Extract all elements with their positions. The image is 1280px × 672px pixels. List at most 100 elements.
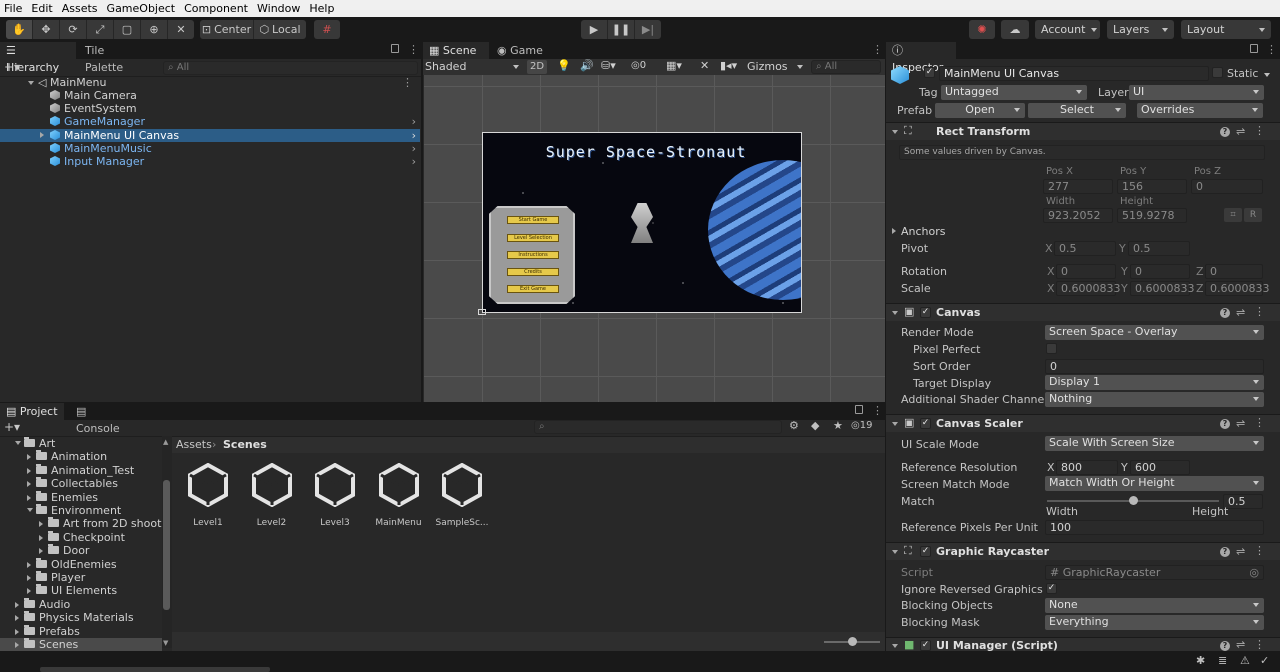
breadcrumb-scenes[interactable]: Scenes [223,438,267,451]
scene-viewport[interactable]: Super Space-Stronaut Start Game Level Se… [424,75,885,402]
ref-y-field[interactable]: 600 [1130,460,1190,475]
kebab-menu-icon[interactable]: ⋮ [408,44,419,55]
step-icon[interactable]: ▶| [635,20,661,39]
expand-arrow-icon[interactable] [892,130,898,134]
active-checkbox[interactable]: ✓ [924,67,935,78]
prefab-select-button[interactable]: Select [1028,103,1126,118]
scene-kebab-icon[interactable]: ⋮ [402,76,413,89]
scale-x-field[interactable]: 0.6000833 [1056,281,1121,296]
scene-asset[interactable]: Level1 [176,462,240,528]
raw-edit-button[interactable]: R [1244,208,1262,222]
tree-folder-collectables[interactable]: Collectables [0,477,162,490]
hidden-packages-toggle[interactable]: ◎19 [851,420,872,431]
icon-size-slider-track[interactable] [824,637,880,646]
expand-arrow-icon[interactable] [15,642,19,648]
shading-dropdown[interactable]: Shaded [425,60,521,74]
tree-folder-player[interactable]: Player [0,571,162,584]
sort-order-field[interactable]: 0 [1045,359,1264,374]
tree-scrollbar[interactable]: ▲ ▼ [162,436,172,648]
kebab-menu-icon[interactable]: ⋮ [1254,124,1265,137]
help-icon[interactable]: ? [1220,419,1230,429]
tree-folder-environment[interactable]: Environment [0,504,162,517]
hand-tool-icon[interactable]: ✋ [6,20,33,39]
scale-z-field[interactable]: 0.6000833 [1205,281,1270,296]
match-slider-track[interactable] [1047,496,1219,505]
expand-arrow-icon[interactable] [27,467,31,474]
lighting-icon[interactable]: 💡 [557,59,571,72]
lock-icon[interactable] [855,405,863,414]
filter-type-icon[interactable]: ⚙ [789,419,799,432]
ui-manager-enabled-checkbox[interactable]: ✓ [920,640,931,651]
expand-arrow-icon[interactable] [39,534,43,541]
expand-arrow-icon[interactable] [892,644,898,648]
scene-asset[interactable]: Level3 [303,462,367,528]
tree-folder-art-from-2d-shooter[interactable]: Art from 2D shooter [0,517,172,530]
expand-arrow-icon[interactable] [27,561,31,568]
tab-scene[interactable]: ▦ Scene [423,42,489,59]
expand-arrow-icon[interactable] [15,615,19,622]
pivot-x-field[interactable]: 0.5 [1054,241,1116,256]
ui-manager-header[interactable]: ■ ✓ UI Manager (Script) ? ⇌ ⋮ [886,637,1280,651]
expand-arrow-icon[interactable] [40,132,44,138]
rotate-tool-icon[interactable]: ⟳ [60,20,87,39]
scale-y-field[interactable]: 0.6000833 [1130,281,1195,296]
gizmos-dropdown[interactable]: Gizmos [747,60,805,74]
tag-dropdown[interactable]: Untagged [941,85,1087,100]
custom-tool-icon[interactable]: ✕ [168,20,194,39]
auto-generate-icon[interactable]: ✓ [1260,654,1269,667]
help-icon[interactable]: ? [1220,641,1230,651]
scroll-up-icon[interactable]: ▲ [163,438,168,446]
expand-arrow-icon[interactable] [27,481,31,488]
expand-arrow-icon[interactable] [892,228,896,234]
scale-tool-icon[interactable]: ⤢ [87,20,114,39]
camera-icon[interactable]: ▮◂▾ [720,59,737,72]
pos-z-field[interactable]: 0 [1191,179,1263,194]
chevron-right-icon[interactable]: › [412,129,416,142]
tree-folder-enemies[interactable]: Enemies [0,490,162,504]
horizontal-scrollbar[interactable] [40,667,270,672]
expand-arrow-icon[interactable] [892,422,898,426]
tree-folder-ui-elements[interactable]: UI Elements [0,584,162,597]
audio-icon[interactable]: 🔊 [580,59,594,72]
pixels-per-unit-field[interactable]: 100 [1045,520,1264,535]
tree-scrollbar-thumb[interactable] [163,480,170,610]
tools-icon[interactable]: ✕ [700,59,709,72]
help-icon[interactable]: ? [1220,127,1230,137]
preset-icon[interactable]: ⇌ [1236,545,1245,558]
tree-folder-art[interactable]: Art [0,437,162,450]
object-name-field[interactable]: MainMenu UI Canvas [939,66,1209,81]
collab-icon[interactable]: ✺ [969,20,995,39]
scene-asset[interactable]: MainMenu [367,462,431,528]
preset-icon[interactable]: ⇌ [1236,125,1245,138]
add-object-button[interactable]: +▾ [4,60,20,74]
ignore-reversed-checkbox[interactable]: ✓ [1046,583,1057,594]
render-mode-dropdown[interactable]: Screen Space - Overlay [1045,325,1264,340]
canvas-enabled-checkbox[interactable]: ✓ [920,307,931,318]
tree-folder-physics-materials[interactable]: Physics Materials [0,611,162,624]
graphic-raycaster-header[interactable]: ⛶ ✓ Graphic Raycaster ? ⇌ ⋮ [886,542,1280,560]
rot-y-field[interactable]: 0 [1130,264,1190,279]
diagnostics-icon[interactable]: ⚠ [1240,654,1250,667]
hierarchy-item-eventsystem[interactable]: EventSystem [0,102,420,115]
prefab-overrides-dropdown[interactable]: Overrides [1137,103,1263,118]
hierarchy-search-input[interactable]: ⌕ All [163,61,418,75]
exit-game-button[interactable]: Exit Game [507,285,559,293]
menu-file[interactable]: File [0,2,27,15]
expand-arrow-icon[interactable] [15,628,19,635]
anchors-label[interactable]: Anchors [901,225,946,238]
blocking-objects-dropdown[interactable]: None [1045,598,1264,613]
menu-window[interactable]: Window [253,2,305,15]
tree-folder-prefabs[interactable]: Prefabs [0,624,162,638]
tree-folder-audio[interactable]: Audio [0,597,162,611]
expand-arrow-icon[interactable] [28,81,34,85]
hierarchy-item-gamemanager[interactable]: GameManager › [0,115,420,128]
expand-arrow-icon[interactable] [15,441,21,445]
expand-arrow-icon[interactable] [27,575,31,581]
menu-assets[interactable]: Assets [58,2,103,15]
toggle-2d-button[interactable]: 2D [527,60,547,74]
tab-hierarchy[interactable]: ☰ Hierarchy [0,42,76,74]
play-icon[interactable]: ▶ [581,20,608,39]
expand-arrow-icon[interactable] [15,601,19,608]
raycaster-enabled-checkbox[interactable]: ✓ [920,546,931,557]
menu-component[interactable]: Component [180,2,253,15]
